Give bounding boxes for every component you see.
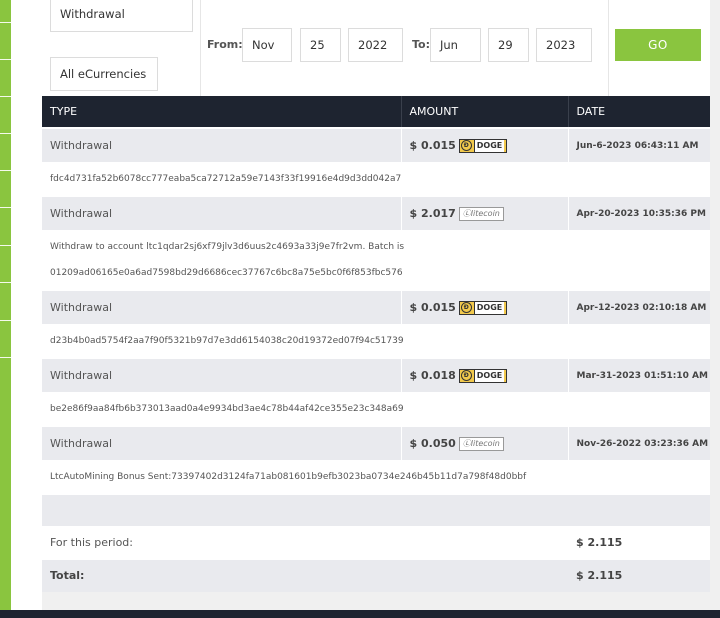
doge-badge-icon: Ð DOGE xyxy=(458,368,508,383)
table-row-detail: d23b4b0ad5754f2aa7f90f5321b97d7e3dd61540… xyxy=(42,324,710,358)
amount-value: $ 0.015 xyxy=(409,138,456,152)
row-amount: $ 0.015 Ð DOGE xyxy=(400,127,568,162)
footer-bar xyxy=(0,610,720,618)
table-row: Withdrawal $ 0.015 Ð DOGE Jun-6-2023 06:43… xyxy=(42,127,710,162)
row-type: Withdrawal xyxy=(42,289,401,324)
from-day-select[interactable]: 25 xyxy=(300,28,341,62)
divider xyxy=(200,0,201,96)
transaction-note: Withdraw to account ltc1qdar2sj6xf79jlv3… xyxy=(42,230,710,290)
filter-panel: Withdrawal All eCurrencies From: Nov 25 … xyxy=(42,0,710,96)
row-amount: $ 0.018 Ð DOGE xyxy=(400,357,568,392)
total-label: Total: xyxy=(42,558,568,592)
period-summary-row: For this period: $ 2.115 xyxy=(42,525,710,559)
row-type: Withdrawal xyxy=(42,357,401,392)
table-row: Withdrawal $ 0.050 Ⓛlitecoin Nov-26-2022 … xyxy=(42,425,710,460)
to-label: To: xyxy=(412,38,430,51)
row-type: Withdrawal xyxy=(42,195,401,230)
row-date: Nov-26-2022 03:23:36 AM xyxy=(567,425,710,460)
table-spacer-row xyxy=(42,493,710,526)
table-row-detail: LtcAutoMining Bonus Sent:73397402d3124fa… xyxy=(42,460,710,494)
total-summary-row: Total: $ 2.115 xyxy=(42,558,710,592)
transaction-hash: be2e86f9aa84fb6b373013aad0a4e9934bd3ae4c… xyxy=(42,392,710,426)
to-month-select[interactable]: Jun xyxy=(430,28,481,62)
left-gutter xyxy=(11,0,42,610)
table-header-row: TYPE AMOUNT DATE xyxy=(42,96,710,128)
note-line: Withdraw to account ltc1qdar2sj6xf79jlv3… xyxy=(50,241,405,252)
row-date: Apr-20-2023 10:35:36 PM xyxy=(567,195,710,230)
row-date: Apr-12-2023 02:10:18 AM xyxy=(567,289,710,324)
transaction-note: LtcAutoMining Bonus Sent:73397402d3124fa… xyxy=(42,460,710,494)
row-date: Mar-31-2023 01:51:10 AM xyxy=(567,357,710,392)
total-value: $ 2.115 xyxy=(568,558,710,592)
from-month-select[interactable]: Nov xyxy=(242,28,292,62)
litecoin-badge-icon: Ⓛlitecoin xyxy=(458,436,504,451)
to-day-select[interactable]: 29 xyxy=(488,28,529,62)
row-amount: $ 0.050 Ⓛlitecoin xyxy=(400,425,568,460)
left-accent-bar xyxy=(0,0,11,610)
amount-value: $ 0.050 xyxy=(409,436,456,450)
doge-badge-icon: Ð DOGE xyxy=(458,138,508,153)
transaction-hash: fdc4d731fa52b6078cc777eaba5ca72712a59e71… xyxy=(42,162,710,196)
doge-badge-icon: Ð DOGE xyxy=(458,300,508,315)
column-header-type: TYPE xyxy=(42,96,401,128)
row-type: Withdrawal xyxy=(42,127,401,162)
currency-select[interactable]: All eCurrencies xyxy=(50,57,158,91)
column-header-date: DATE xyxy=(567,96,710,128)
row-amount: $ 0.015 Ð DOGE xyxy=(400,289,568,324)
from-label: From: xyxy=(207,38,243,51)
transaction-hash: d23b4b0ad5754f2aa7f90f5321b97d7e3dd61540… xyxy=(42,324,710,358)
column-header-amount: AMOUNT xyxy=(400,96,568,128)
row-date: Jun-6-2023 06:43:11 AM xyxy=(567,127,710,162)
note-line: 01209ad06165e0a6ad7598bd29d6686cec37767c… xyxy=(50,267,403,278)
table-row-detail: be2e86f9aa84fb6b373013aad0a4e9934bd3ae4c… xyxy=(42,392,710,426)
amount-value: $ 0.018 xyxy=(409,368,456,382)
period-value: $ 2.115 xyxy=(568,525,710,559)
to-year-select[interactable]: 2023 xyxy=(536,28,592,62)
amount-value: $ 2.017 xyxy=(409,206,456,220)
amount-value: $ 0.015 xyxy=(409,300,456,314)
type-select[interactable]: Withdrawal xyxy=(50,0,193,32)
go-button[interactable]: GO xyxy=(615,29,701,61)
from-year-select[interactable]: 2022 xyxy=(348,28,403,62)
period-label: For this period: xyxy=(42,525,568,559)
table-row: Withdrawal $ 2.017 Ⓛlitecoin Apr-20-2023 … xyxy=(42,195,710,230)
table-row: Withdrawal $ 0.018 Ð DOGE Mar-31-2023 01:5… xyxy=(42,357,710,392)
litecoin-badge-icon: Ⓛlitecoin xyxy=(458,206,504,221)
row-type: Withdrawal xyxy=(42,425,401,460)
divider xyxy=(608,0,609,96)
transactions-table: TYPE AMOUNT DATE Withdrawal $ 0.015 Ð DOGE… xyxy=(42,96,710,592)
table-row-detail: Withdraw to account ltc1qdar2sj6xf79jlv3… xyxy=(42,230,710,290)
row-amount: $ 2.017 Ⓛlitecoin xyxy=(400,195,568,230)
table-row-detail: fdc4d731fa52b6078cc777eaba5ca72712a59e71… xyxy=(42,162,710,196)
table-row: Withdrawal $ 0.015 Ð DOGE Apr-12-2023 02:1… xyxy=(42,289,710,324)
